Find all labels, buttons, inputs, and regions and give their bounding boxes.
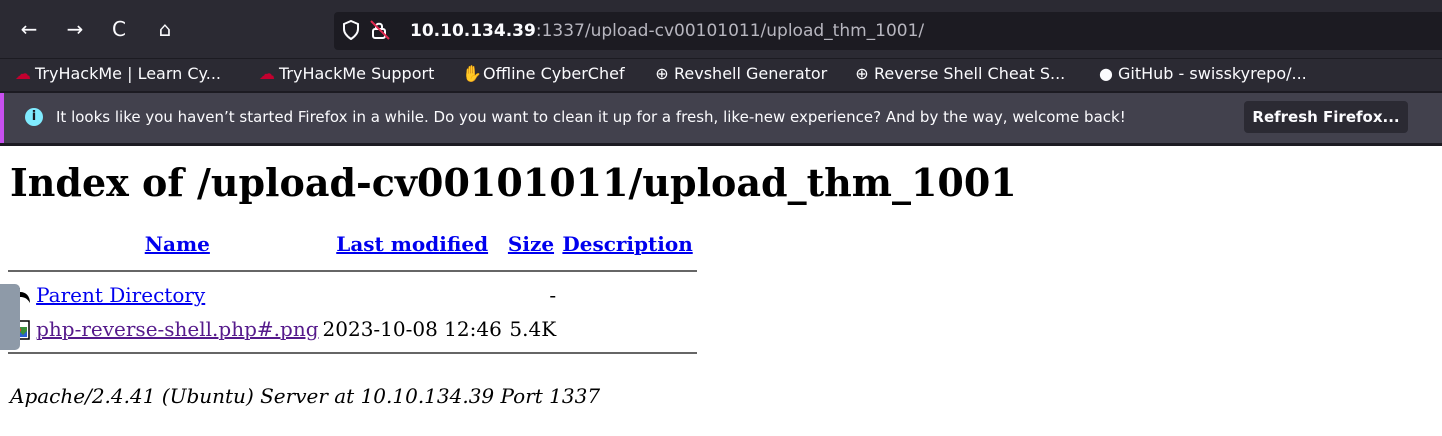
bookmark-label: TryHackMe Support bbox=[279, 64, 435, 83]
server-signature: Apache/2.4.41 (Ubuntu) Server at 10.10.1… bbox=[10, 384, 601, 408]
bookmark-cyberchef[interactable]: ✋Offline CyberChef bbox=[462, 64, 625, 83]
bookmark-revshell-generator[interactable]: ⊕ Revshell Generator bbox=[653, 64, 827, 83]
github-icon: ● bbox=[1099, 64, 1113, 83]
browser-toolbar: ← → C ⌂ 10.10.134.39:1337/upload-cv00101… bbox=[0, 0, 1442, 58]
bookmarks-toolbar: ☁ TryHackMe | Learn Cy... ☁ TryHackMe Supp… bbox=[0, 58, 1442, 91]
info-icon: i bbox=[25, 108, 43, 126]
notification-text: It looks like you haven’t started Firefo… bbox=[56, 108, 1126, 126]
home-icon: ⌂ bbox=[158, 17, 172, 41]
bookmark-reverse-shell-cheat[interactable]: ⊕ Reverse Shell Cheat S... bbox=[853, 64, 1065, 83]
table-row: php-reverse-shell.php#.png 2023-10-08 12… bbox=[8, 312, 697, 346]
address-bar[interactable]: 10.10.134.39:1337/upload-cv00101011/uplo… bbox=[334, 12, 1442, 50]
chef-hat-icon: ✋ bbox=[462, 64, 482, 83]
divider-row bbox=[8, 264, 697, 278]
bookmark-label: Revshell Generator bbox=[674, 64, 828, 83]
bookmark-label: GitHub - swisskyrepo/... bbox=[1118, 64, 1307, 83]
parent-directory-link[interactable]: Parent Directory bbox=[36, 283, 205, 307]
notification-bar: i It looks like you haven’t started Fire… bbox=[0, 93, 1442, 143]
bookmark-tryhackme-support[interactable]: ☁ TryHackMe Support bbox=[258, 64, 434, 83]
globe-icon: ⊕ bbox=[655, 64, 669, 83]
row-size-cell: 5.4K bbox=[509, 317, 557, 341]
name-sort-link[interactable]: Name bbox=[145, 232, 210, 256]
forward-button[interactable]: → bbox=[60, 14, 90, 44]
row-description-cell bbox=[558, 278, 697, 312]
row-size-cell: - bbox=[549, 283, 557, 307]
row-description-cell bbox=[558, 312, 697, 346]
back-arrow-icon: ← bbox=[20, 17, 38, 41]
cloud-icon: ☁ bbox=[259, 64, 275, 83]
side-panel-handle[interactable] bbox=[0, 284, 20, 350]
globe-icon: ⊕ bbox=[855, 64, 869, 83]
home-button[interactable]: ⌂ bbox=[150, 14, 180, 44]
size-header: Size bbox=[504, 232, 558, 264]
description-header: Description bbox=[558, 232, 697, 264]
reload-icon: C bbox=[112, 17, 126, 41]
description-sort-link[interactable]: Description bbox=[562, 232, 692, 256]
divider bbox=[8, 352, 697, 354]
icon-header bbox=[8, 232, 34, 264]
row-name-cell: Parent Directory bbox=[34, 278, 320, 312]
forward-arrow-icon: → bbox=[66, 17, 84, 41]
row-modified-cell bbox=[321, 278, 504, 312]
size-sort-link[interactable]: Size bbox=[508, 232, 554, 256]
modified-header: Last modified bbox=[321, 232, 504, 264]
header-row: Name Last modified Size Description bbox=[8, 232, 697, 264]
reload-button[interactable]: C bbox=[104, 14, 134, 44]
bookmark-tryhackme[interactable]: ☁ TryHackMe | Learn Cy... bbox=[14, 64, 221, 83]
page-content: Index of /upload-cv00101011/upload_thm_1… bbox=[0, 146, 1442, 436]
page-title: Index of /upload-cv00101011/upload_thm_1… bbox=[10, 160, 1017, 205]
file-link[interactable]: php-reverse-shell.php#.png bbox=[36, 317, 318, 341]
divider-row bbox=[8, 346, 697, 360]
shield-icon[interactable] bbox=[342, 19, 360, 45]
bookmark-label: TryHackMe | Learn Cy... bbox=[35, 64, 221, 83]
cloud-icon: ☁ bbox=[15, 64, 31, 83]
modified-sort-link[interactable]: Last modified bbox=[336, 232, 488, 256]
back-button[interactable]: ← bbox=[14, 14, 44, 44]
row-name-cell: php-reverse-shell.php#.png bbox=[34, 312, 320, 346]
divider bbox=[8, 270, 697, 272]
insecure-lock-icon[interactable] bbox=[370, 20, 390, 45]
directory-listing: Name Last modified Size Description Pare… bbox=[8, 232, 697, 360]
url-host: 10.10.134.39 bbox=[410, 21, 536, 41]
name-header: Name bbox=[34, 232, 320, 264]
url-text[interactable]: 10.10.134.39:1337/upload-cv00101011/uplo… bbox=[410, 21, 924, 41]
refresh-firefox-button[interactable]: Refresh Firefox... bbox=[1244, 101, 1408, 133]
url-path: :1337/upload-cv00101011/upload_thm_1001/ bbox=[535, 21, 925, 41]
browser-chrome: ← → C ⌂ 10.10.134.39:1337/upload-cv00101… bbox=[0, 0, 1442, 146]
bookmark-label: Reverse Shell Cheat S... bbox=[874, 64, 1066, 83]
bookmark-github[interactable]: ● GitHub - swisskyrepo/... bbox=[1097, 64, 1307, 83]
table-row: Parent Directory - bbox=[8, 278, 697, 312]
row-modified-cell: 2023-10-08 12:46 bbox=[322, 317, 502, 341]
bookmark-label: Offline CyberChef bbox=[483, 64, 625, 83]
